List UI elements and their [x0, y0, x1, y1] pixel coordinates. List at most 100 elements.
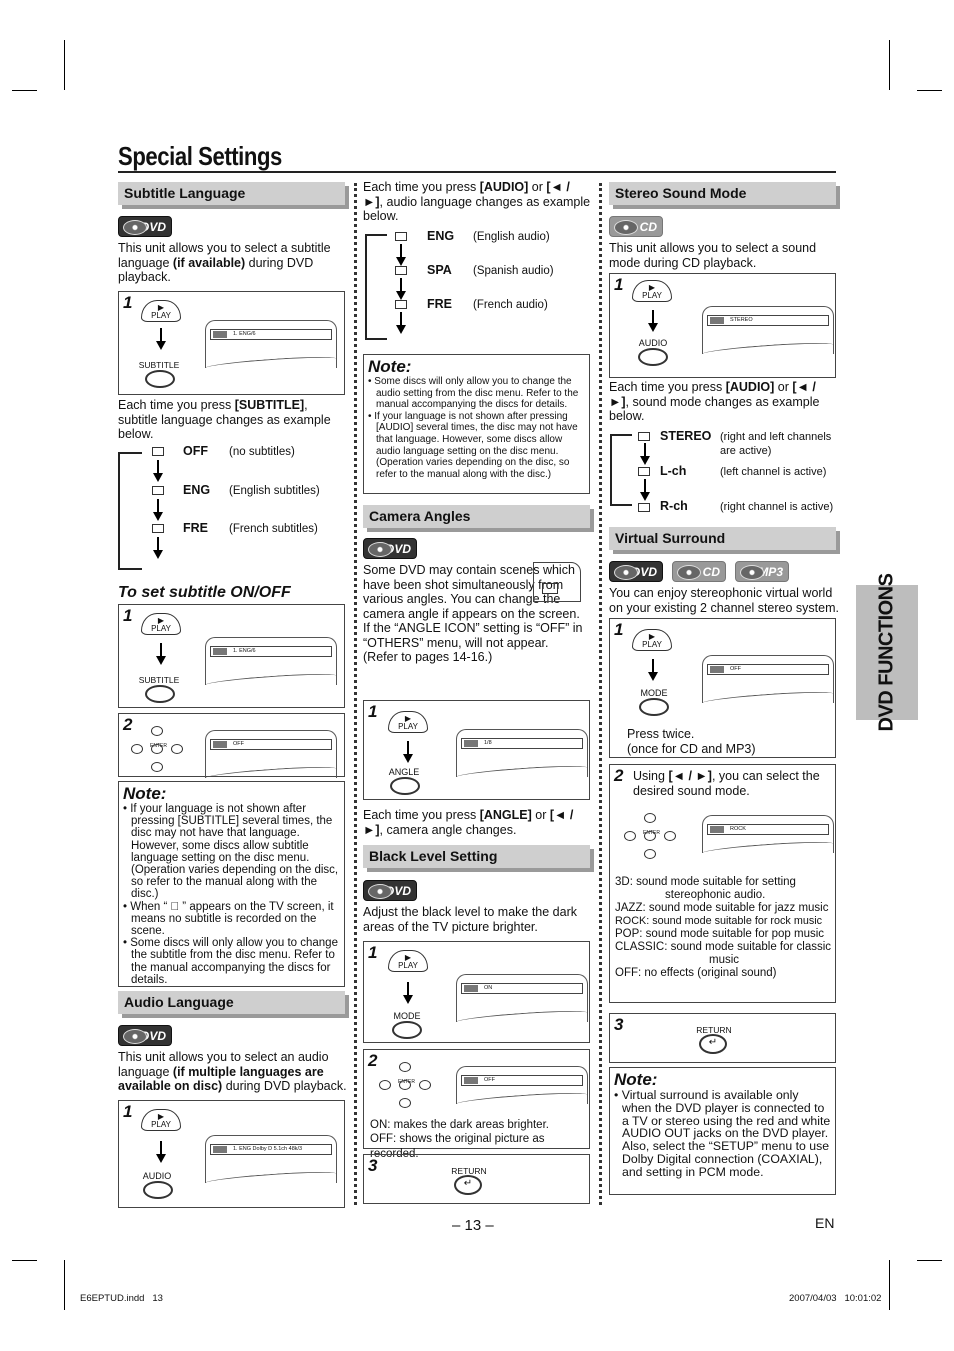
page-number: – 13 – [452, 1217, 494, 1234]
return-button: ↵ [699, 1034, 727, 1054]
surround-intro: You can enjoy stereophonic virtual world… [609, 586, 839, 615]
cycle-bracket [610, 434, 632, 506]
tv-screen: ROCK [702, 815, 834, 853]
list-desc: (French subtitles) [229, 523, 318, 535]
arrow-down-icon [648, 659, 658, 681]
list-code: FRE [427, 297, 452, 311]
black-step-1: 1 ▶ PLAY MODE ON [363, 941, 590, 1043]
cd-badge: CD [672, 561, 726, 582]
tv-screen: OFF [702, 655, 834, 703]
step-number: 1 [123, 293, 133, 312]
play-button: ▶ PLAY [141, 613, 181, 635]
section-header-stereo-sound: Stereo Sound Mode [609, 182, 836, 205]
on-description: ON: makes the dark areas brighter. [370, 1119, 549, 1131]
audio-intro: This unit allows you to select an audio … [118, 1050, 347, 1093]
section-header-audio-language: Audio Language [118, 991, 345, 1014]
arrow-down-icon [153, 499, 163, 521]
sound-mode-item: OFF: no effects (original sound) [615, 967, 777, 979]
note-item: • Virtual surround is available only whe… [614, 1088, 831, 1179]
list-code: OFF [183, 444, 208, 458]
play-button: ▶ PLAY [632, 280, 672, 302]
step-number: 3 [368, 1156, 378, 1175]
play-button: ▶ PLAY [632, 629, 672, 651]
black-step-3: 3 RETURN ↵ [363, 1154, 590, 1204]
note-title: Note: [123, 784, 167, 803]
tv-screen: 1. ENG/6 [205, 320, 337, 368]
note-item: • Some discs will only allow you to chan… [123, 937, 338, 986]
sound-mode-item: POP: sound mode suitable for pop music [615, 928, 825, 940]
side-tab-label: DVD FUNCTIONS [875, 573, 898, 732]
osd-bar: ON [461, 983, 583, 994]
title-underline [118, 171, 836, 173]
list-desc: (English subtitles) [229, 485, 320, 497]
arrow-down-icon [403, 741, 413, 763]
list-code: FRE [183, 521, 208, 535]
list-desc: (right channel is active) [720, 501, 834, 513]
list-desc: (no subtitles) [229, 446, 295, 458]
list-code: L-ch [660, 464, 687, 478]
osd-bar: OFF [210, 739, 332, 750]
dvd-badge: DVD [363, 880, 417, 901]
stereo-intro: This unit allows you to select a sound m… [609, 241, 817, 270]
cursor-pad-icon: ENTER [624, 813, 676, 859]
play-button: ▶ PLAY [388, 711, 428, 733]
press-twice-text: Press twice. [627, 727, 695, 741]
audio-note: Note: • Some discs will only allow you t… [363, 354, 590, 494]
audio-button [638, 348, 668, 366]
angle-icon-screen [533, 562, 581, 602]
list-desc: (Spanish audio) [473, 265, 554, 277]
black-step-2: 2 ENTER OFF ON: makes the dark areas bri… [363, 1049, 590, 1160]
sound-mode-item: CLASSIC: sound mode suitable for classic… [615, 941, 832, 966]
subtitle-onoff-step-1: 1 ▶ PLAY SUBTITLE 1. ENG/6 [118, 604, 345, 708]
crop-mark [917, 1260, 942, 1261]
return-button: ↵ [454, 1175, 482, 1195]
surround-step2-text: Using [◄ / ►], you can select the desire… [633, 769, 820, 798]
note-title: Note: [614, 1070, 658, 1089]
osd-bar: 1. ENG Dolby D 5.1ch 48k/3 [210, 1144, 332, 1155]
subtitle-note: Note: • If your language is not shown af… [118, 781, 345, 987]
surround-step-3: 3 RETURN ↵ [609, 1013, 836, 1063]
stereo-step-1: 1 ▶ PLAY AUDIO STEREO [609, 273, 836, 378]
subtitle-each-press: Each time you press [SUBTITLE], subtitle… [118, 398, 331, 441]
list-desc: (English audio) [473, 231, 550, 243]
cycle-bracket [365, 234, 387, 340]
step-number: 1 [123, 606, 133, 625]
subtitle-icon [152, 447, 164, 456]
tv-screen: ON [456, 974, 588, 1022]
step-number: 3 [614, 1015, 624, 1034]
mp3-badge: MP3 [735, 561, 789, 582]
camera-step-1: 1 ▶ PLAY ANGLE 1/8 [363, 700, 590, 800]
cursor-pad-icon: ENTER [379, 1062, 431, 1108]
step-number: 1 [614, 275, 624, 294]
black-intro: Adjust the black level to make the dark … [363, 905, 578, 934]
audio-icon [638, 503, 650, 512]
osd-bar: STEREO [707, 315, 829, 326]
list-code: R-ch [660, 499, 688, 513]
subtitle-icon [152, 486, 164, 495]
sound-mode-item: 3D: sound mode suitable for setting ster… [615, 876, 796, 901]
osd-bar: 1. ENG/6 [210, 646, 332, 657]
audio-button [143, 1181, 173, 1199]
step-number: 2 [368, 1051, 378, 1070]
list-code: STEREO [660, 429, 712, 443]
osd-bar: 1/8 [461, 738, 583, 749]
surround-step-2: 2 Using [◄ / ►], you can select the desi… [609, 764, 836, 1003]
list-desc: (French audio) [473, 299, 548, 311]
arrow-down-icon [153, 460, 163, 482]
tv-screen: 1/8 [456, 729, 588, 777]
angle-button [390, 777, 420, 795]
subtitle-onoff-heading: To set subtitle ON/OFF [118, 584, 291, 601]
tv-screen: 1. ENG Dolby D 5.1ch 48k/3 [205, 1135, 337, 1183]
step-number: 1 [368, 702, 378, 721]
section-header-camera-angles: Camera Angles [363, 505, 590, 528]
dvd-badge: DVD [118, 216, 172, 237]
arrow-down-icon [396, 278, 406, 300]
step-number: 1 [123, 1102, 133, 1121]
language-code: EN [815, 1215, 835, 1231]
surround-step-1: 1 ▶ PLAY MODE OFF Press twice. (once for … [609, 618, 836, 758]
osd-bar: ROCK [707, 824, 829, 835]
cd-badge: CD [609, 216, 663, 237]
arrow-down-icon [640, 443, 650, 465]
play-button: ▶ PLAY [388, 950, 428, 972]
audio-icon [395, 266, 407, 275]
